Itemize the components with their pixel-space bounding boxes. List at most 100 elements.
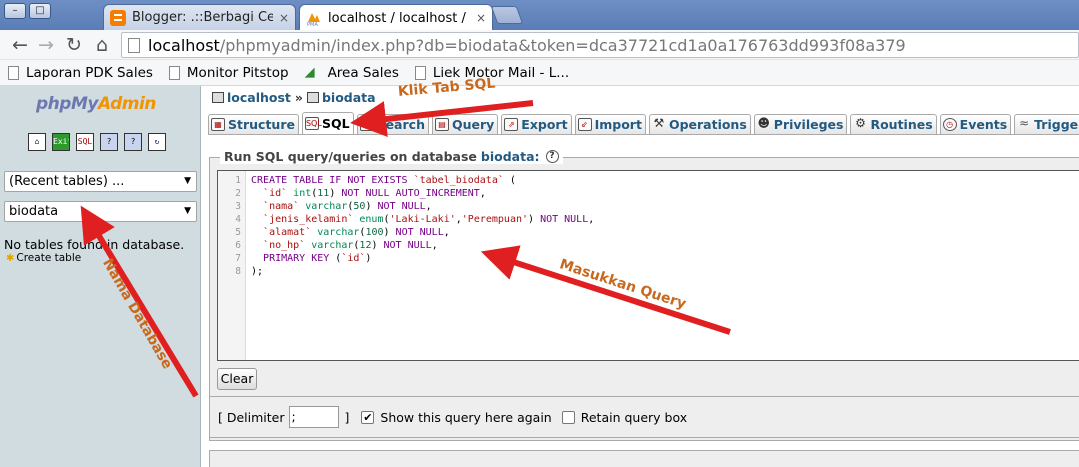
- line-number: 7: [235, 253, 241, 264]
- breadcrumb-separator: »: [294, 90, 303, 105]
- browser-tab-phpmyadmin[interactable]: PMA localhost / localhost / bi ×: [299, 4, 493, 31]
- browser-tab-blogger[interactable]: Blogger: .::Berbagi Cerit ×: [103, 4, 296, 30]
- docs-icon[interactable]: ?: [124, 133, 142, 151]
- tab-label: Privileges: [773, 117, 844, 132]
- line-number: 1: [235, 175, 241, 186]
- query-window-icon[interactable]: ?: [100, 133, 118, 151]
- retain-query-label: Retain query box: [580, 409, 688, 425]
- sql-icon[interactable]: SQL: [76, 133, 94, 151]
- privileges-icon: ☻: [757, 116, 771, 130]
- maximize-button[interactable]: □: [29, 3, 51, 19]
- tab-title: Blogger: .::Berbagi Cerit: [132, 10, 273, 25]
- browser-toolbar: ← → ↻ ⌂ localhost/phpmyadmin/index.php?d…: [0, 30, 1079, 60]
- tab-import[interactable]: ⇙ Import: [574, 114, 646, 134]
- sql-line-6: `no_hp` varchar(12) NOT NULL,: [263, 240, 438, 251]
- breadcrumb: localhost » biodata: [212, 90, 376, 105]
- url-host: localhost: [148, 35, 220, 55]
- navigation-frame: phpMyAdmin ⌂ Exit SQL ? ? ↻ (Recent tabl…: [0, 86, 201, 467]
- tab-query[interactable]: ▤ Query: [431, 114, 499, 134]
- tab-sql[interactable]: SQL SQL: [301, 112, 354, 134]
- forward-icon[interactable]: →: [34, 33, 58, 57]
- map-icon: ◢: [304, 64, 315, 80]
- database-select-value: biodata: [9, 204, 59, 219]
- reload-icon[interactable]: ↻: [148, 133, 166, 151]
- breadcrumb-server[interactable]: localhost: [227, 90, 291, 105]
- window-controls: – □: [4, 3, 51, 19]
- sql-line-5: `alamat` varchar(100) NOT NULL,: [263, 227, 450, 238]
- legend-text: Run SQL query/queries on database: [224, 149, 477, 164]
- tab-title: localhost / localhost / bi: [328, 10, 470, 26]
- page-icon: [414, 65, 426, 80]
- bookmark-area-sales[interactable]: ◢ Area Sales: [305, 65, 399, 81]
- back-icon[interactable]: ←: [8, 33, 32, 57]
- line-number: 8: [235, 266, 241, 277]
- database-tabs: ▦ Structure SQL SQL ⌕ Search ▤ Query ⇗ Export…: [208, 112, 1079, 135]
- sql-icon: SQL: [304, 117, 322, 130]
- delimiter-input[interactable]: ;: [288, 406, 339, 428]
- tab-label: Search: [376, 117, 425, 132]
- new-table-icon: ✱: [6, 252, 15, 264]
- sql-line-2: `id` int(11) NOT NULL AUTO_INCREMENT,: [263, 188, 486, 199]
- recent-tables-select[interactable]: (Recent tables) ... ▼: [4, 171, 197, 192]
- tab-search[interactable]: ⌕ Search: [356, 114, 429, 134]
- sql-query-editor[interactable]: 1 2 3 4 5 6 7 8 CREATE TABLE IF NOT EXIS…: [217, 170, 1079, 361]
- exit-icon[interactable]: Exit: [52, 133, 70, 151]
- phpmyadmin-logo[interactable]: phpMyAdmin: [36, 94, 156, 114]
- sql-line-3: `nama` varchar(50) NOT NULL,: [263, 201, 432, 212]
- blogger-icon: [110, 9, 126, 26]
- line-number: 2: [235, 188, 241, 199]
- new-tab-button[interactable]: [490, 6, 524, 24]
- tab-label: Operations: [668, 117, 747, 132]
- sql-line-4: `jenis_kelamin` enum('Laki-Laki','Peremp…: [263, 214, 595, 225]
- tab-label: Import: [594, 117, 642, 132]
- close-tab-icon[interactable]: ×: [476, 11, 486, 25]
- home-icon[interactable]: ⌂: [28, 133, 46, 151]
- bookmark-label: Laporan PDK Sales: [26, 64, 153, 81]
- database-icon: [306, 92, 319, 103]
- bookmarks-bar: Laporan PDK Sales Monitor Pitstop ◢ Area …: [0, 60, 1079, 86]
- close-tab-icon[interactable]: ×: [279, 11, 289, 25]
- tab-export[interactable]: ⇗ Export: [501, 114, 572, 134]
- show-query-checkbox[interactable]: ✔: [361, 410, 375, 424]
- address-bar[interactable]: localhost/phpmyadmin/index.php?db=biodat…: [121, 32, 1079, 58]
- export-icon: ⇗: [504, 118, 519, 131]
- page-icon: [168, 65, 180, 80]
- browser-titlebar: – □ Blogger: .::Berbagi Cerit × PMA loca…: [0, 0, 1079, 31]
- legend-database[interactable]: biodata:: [481, 149, 540, 164]
- tab-routines[interactable]: ⚙ Routines: [850, 114, 937, 134]
- structure-icon: ▦: [211, 118, 225, 131]
- show-query-label: Show this query here again: [380, 409, 552, 425]
- main-frame: localhost » biodata ▦ Structure SQL SQL ⌕ S…: [202, 86, 1079, 467]
- tab-operations[interactable]: ⚒ Operations: [648, 114, 751, 134]
- chevron-down-icon: ▼: [184, 206, 191, 216]
- line-number: 6: [235, 240, 241, 251]
- clear-button[interactable]: Clear: [217, 368, 257, 390]
- retain-query-checkbox[interactable]: [561, 410, 575, 424]
- breadcrumb-database[interactable]: biodata: [322, 90, 376, 105]
- no-tables-message: No tables found in database.: [4, 237, 185, 252]
- help-icon[interactable]: ?: [545, 150, 559, 163]
- create-table-link[interactable]: ✱ Create table: [6, 252, 81, 264]
- minimize-button[interactable]: –: [4, 3, 26, 19]
- bookmark-monitor-pitstop[interactable]: Monitor Pitstop: [168, 64, 289, 81]
- tab-events[interactable]: ◷ Events: [939, 114, 1012, 134]
- home-icon[interactable]: ⌂: [90, 33, 114, 57]
- logo-php: php: [36, 94, 71, 114]
- query-icon: ▤: [434, 118, 449, 131]
- bookmark-laporan-pdk-sales[interactable]: Laporan PDK Sales: [8, 65, 153, 81]
- url-path: /phpmyadmin/index.php?db=biodata&token=d…: [219, 35, 906, 55]
- tab-triggers[interactable]: ≈ Triggers: [1014, 114, 1079, 134]
- tab-structure[interactable]: ▦ Structure: [208, 114, 299, 134]
- svg-text:PMA: PMA: [307, 22, 318, 26]
- tab-label: Structure: [228, 117, 295, 132]
- database-select[interactable]: biodata ▼: [4, 201, 197, 222]
- reload-icon[interactable]: ↻: [62, 33, 86, 57]
- operations-icon: ⚒: [653, 116, 665, 130]
- create-table-label: Create table: [16, 252, 82, 264]
- tab-privileges[interactable]: ☻ Privileges: [753, 114, 848, 134]
- sql-code[interactable]: CREATE TABLE IF NOT EXISTS `tabel_biodat…: [251, 174, 594, 278]
- bookmark-label: Monitor Pitstop: [186, 64, 289, 81]
- query-options-bar: [ Delimiter ; ] ✔ Show this query here a…: [209, 396, 1079, 438]
- chevron-down-icon: ▼: [184, 176, 191, 186]
- delimiter-label: [ Delimiter: [218, 409, 285, 425]
